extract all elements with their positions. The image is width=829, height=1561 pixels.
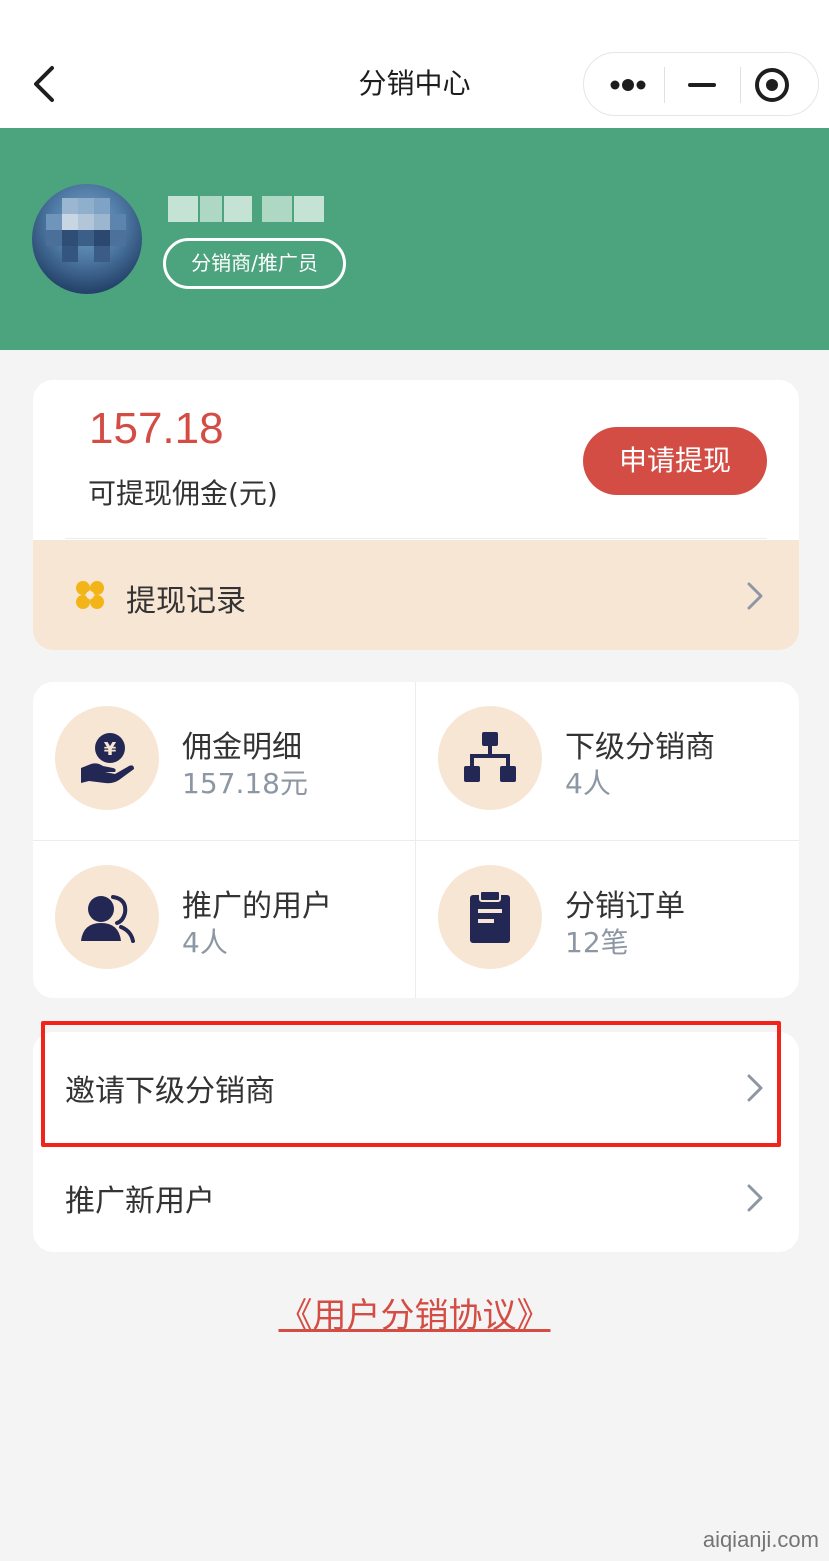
stat-title: 下级分销商 [565, 730, 715, 765]
balance-label: 可提现佣金(元) [88, 477, 278, 510]
record-icon [75, 580, 105, 610]
withdraw-button[interactable]: 申请提现 [583, 427, 767, 495]
stat-title: 佣金明细 [182, 730, 302, 765]
menu-item-label: 推广新用户 [65, 1184, 215, 1219]
stat-title: 推广的用户 [182, 889, 332, 924]
stat-value: 157.18元 [182, 767, 308, 800]
stats-grid: ¥ 佣金明细 157.18元 下级分销商 4人 推广的用户 4人 分销订单 12… [33, 682, 799, 998]
watermark: aiqianji.com [702, 1527, 819, 1552]
highlight-annotation-box [41, 1021, 781, 1147]
role-badge: 分销商/推广员 [163, 238, 346, 289]
users-icon [55, 865, 159, 969]
more-icon[interactable] [608, 71, 648, 99]
stat-sub-distributors[interactable]: 下级分销商 4人 [416, 682, 798, 840]
stat-value: 4人 [565, 767, 611, 800]
chevron-right-icon [745, 1182, 765, 1214]
balance-amount: 157.18 [89, 404, 224, 453]
stat-value: 4人 [182, 926, 228, 959]
agreement-row: 《用户分销协议》 [0, 1288, 829, 1337]
stat-promoted-users[interactable]: 推广的用户 4人 [33, 841, 415, 998]
stat-commission-detail[interactable]: ¥ 佣金明细 157.18元 [33, 682, 415, 840]
clipboard-icon [438, 865, 542, 969]
capsule-divider [740, 67, 741, 103]
mini-program-capsule [583, 52, 819, 116]
stat-value: 12笔 [565, 926, 629, 959]
withdraw-record-row[interactable]: 提现记录 [33, 540, 799, 650]
avatar[interactable] [32, 184, 142, 294]
coin-hand-icon: ¥ [55, 706, 159, 810]
stat-distribution-orders[interactable]: 分销订单 12笔 [416, 841, 798, 998]
withdraw-record-label: 提现记录 [126, 584, 246, 619]
stat-title: 分销订单 [565, 889, 685, 924]
agreement-link[interactable]: 《用户分销协议》 [279, 1296, 551, 1336]
chevron-right-icon [745, 580, 765, 612]
profile-header: 分销商/推广员 [0, 128, 829, 350]
svg-text:¥: ¥ [104, 739, 117, 760]
nav-bar: 分销中心 [0, 0, 829, 128]
divider [65, 538, 767, 539]
balance-card: 157.18 可提现佣金(元) 申请提现 提现记录 [33, 380, 799, 650]
capsule-divider [664, 67, 665, 103]
hierarchy-icon [438, 706, 542, 810]
menu-item-promote-user[interactable]: 推广新用户 [33, 1142, 799, 1252]
minimize-icon[interactable] [684, 71, 720, 99]
close-miniprogram-icon[interactable] [754, 67, 790, 103]
nickname-blurred [162, 190, 328, 228]
